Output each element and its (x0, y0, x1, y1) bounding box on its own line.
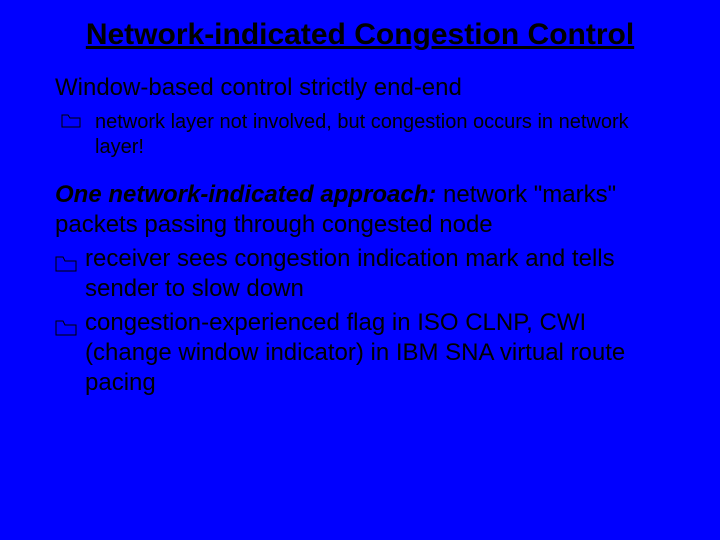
slide: Network-indicated Congestion Control Win… (0, 0, 720, 540)
approach-lead-italic: One network-indicated approach: (55, 181, 436, 208)
approach-lead-line: One network-indicated approach: network … (55, 180, 665, 240)
bullet-item-network-layer: network layer not involved, but congesti… (55, 110, 665, 160)
bullet-text: receiver sees congestion indication mark… (85, 244, 665, 304)
slide-title: Network-indicated Congestion Control (55, 18, 665, 52)
subheading-window-based: Window-based control strictly end-end (55, 74, 665, 102)
folder-icon (55, 250, 77, 266)
bullet-text: network layer not involved, but congesti… (95, 110, 665, 160)
folder-icon (61, 114, 81, 128)
bullet-item-receiver: receiver sees congestion indication mark… (55, 244, 665, 304)
bullet-text: congestion-experienced flag in ISO CLNP,… (85, 308, 665, 398)
approach-block: One network-indicated approach: network … (55, 180, 665, 398)
bullet-item-ceflag: congestion-experienced flag in ISO CLNP,… (55, 308, 665, 398)
folder-icon (55, 314, 77, 330)
